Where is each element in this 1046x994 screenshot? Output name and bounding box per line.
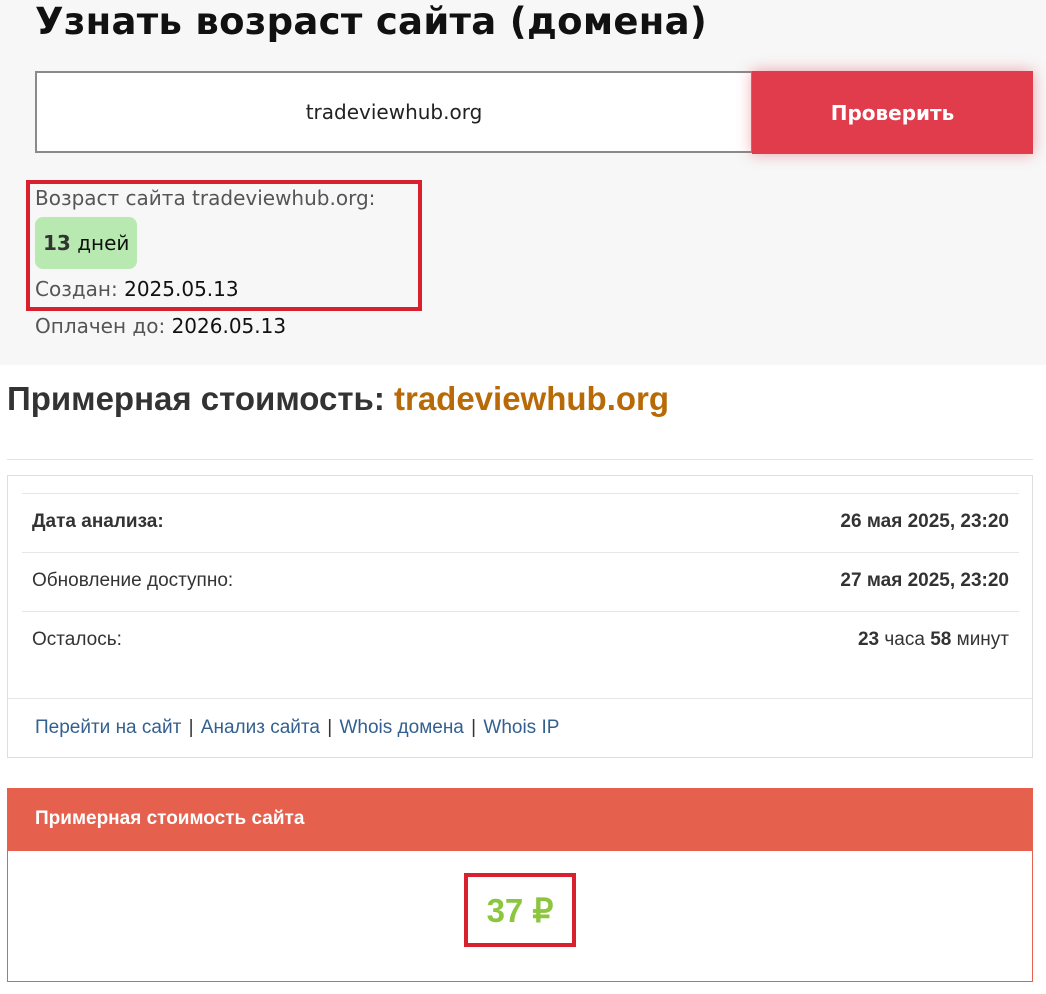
site-analysis-link[interactable]: Анализ сайта xyxy=(201,717,320,738)
link-separator: | xyxy=(327,717,333,738)
estimate-heading-domain: tradeviewhub.org xyxy=(393,380,670,417)
analysis-date-label: Дата анализа: xyxy=(32,511,164,532)
domain-input[interactable] xyxy=(35,71,753,153)
check-button[interactable]: Проверить xyxy=(752,71,1033,154)
paid-until-value: 2026.05.13 xyxy=(171,314,287,338)
age-unit: дней xyxy=(77,231,130,255)
hours-number: 23 xyxy=(857,629,880,650)
update-available-row: Обновление доступно: 27 мая 2025, 23:20 xyxy=(22,552,1019,611)
created-label: Создан: xyxy=(35,277,118,301)
link-separator: | xyxy=(188,717,194,738)
site-cost-highlight: 37 ₽ xyxy=(464,873,576,947)
age-label: Возраст сайта tradeviewhub.org: xyxy=(35,186,376,210)
whois-domain-link[interactable]: Whois домена xyxy=(339,717,463,738)
site-cost-header: Примерная стоимость сайта xyxy=(8,789,1032,851)
age-badge: 13 дней xyxy=(35,217,138,269)
site-cost-title: Примерная стоимость сайта xyxy=(35,808,305,829)
site-cost-value: 37 ₽ xyxy=(486,892,554,929)
paid-until-row: Оплачен до: 2026.05.13 xyxy=(35,314,286,338)
minutes-number: 58 xyxy=(930,629,952,650)
minutes-unit: минут xyxy=(956,629,1009,650)
age-number: 13 xyxy=(43,231,71,255)
analysis-date-value: 26 мая 2025, 23:20 xyxy=(840,511,1009,532)
hours-unit: часа xyxy=(884,629,925,650)
time-left-value: 23 часа 58 минут xyxy=(858,629,1009,651)
time-left-row: Осталось: 23 часа 58 минут xyxy=(22,611,1019,670)
page-title: Узнать возраст сайта (домена) xyxy=(35,0,708,43)
site-cost-panel: Примерная стоимость сайта 37 ₽ xyxy=(7,788,1033,982)
created-value: 2025.05.13 xyxy=(124,277,239,301)
links-row: Перейти на сайт | Анализ сайта | Whois д… xyxy=(8,698,1032,758)
estimate-heading: Примерная стоимость: tradeviewhub.org xyxy=(7,380,669,418)
update-available-value: 27 мая 2025, 23:20 xyxy=(840,570,1009,591)
update-available-label: Обновление доступно: xyxy=(32,570,234,591)
estimate-heading-prefix: Примерная стоимость: xyxy=(7,380,385,417)
divider xyxy=(7,459,1033,460)
paid-until-label: Оплачен до: xyxy=(35,314,166,338)
whois-ip-link[interactable]: Whois IP xyxy=(483,717,559,738)
age-check-section: Узнать возраст сайта (домена) Проверить … xyxy=(0,0,1046,365)
analysis-date-row: Дата анализа: 26 мая 2025, 23:20 xyxy=(22,493,1019,552)
time-left-label: Осталось: xyxy=(32,629,122,650)
created-row: Создан: 2025.05.13 xyxy=(35,277,239,301)
analysis-info-panel: Дата анализа: 26 мая 2025, 23:20 Обновле… xyxy=(7,475,1033,758)
go-to-site-link[interactable]: Перейти на сайт xyxy=(35,717,181,738)
link-separator: | xyxy=(471,717,477,738)
